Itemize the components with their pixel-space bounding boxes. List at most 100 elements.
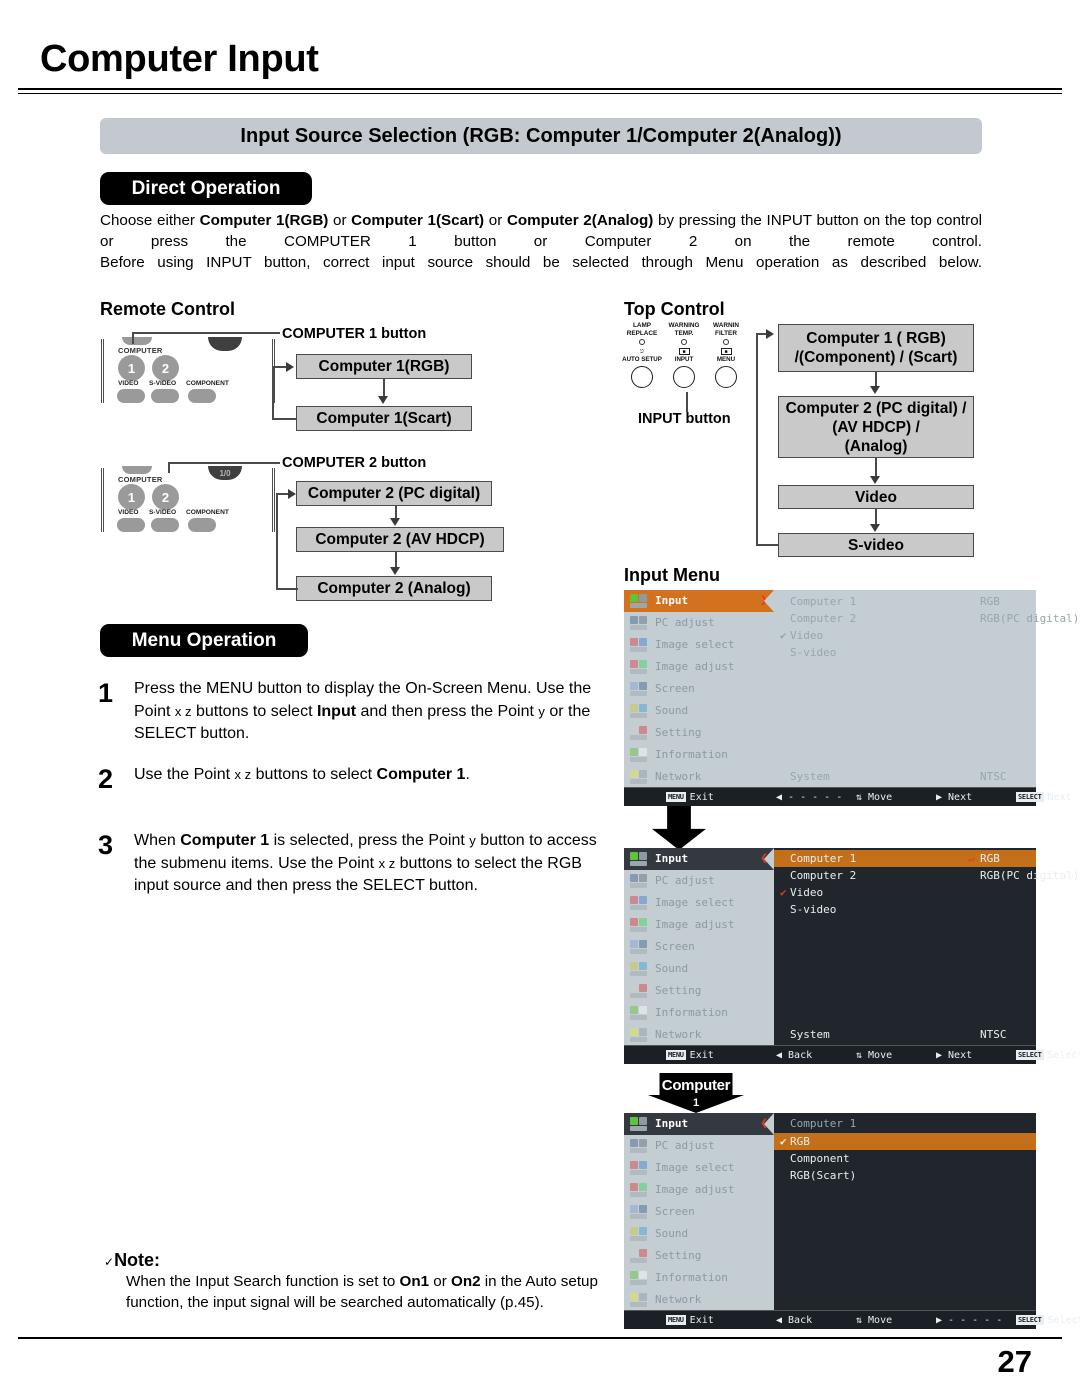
remote-video-button[interactable] (117, 389, 145, 403)
remote-svideo-button[interactable] (151, 389, 179, 403)
input-icon (628, 1115, 650, 1132)
osd3-sidebar-item-screen[interactable]: Screen (624, 1201, 774, 1223)
intro-line-2: Before using INPUT button, correct input… (100, 254, 982, 271)
osd2-sidebar-item-sound[interactable]: Sound (624, 957, 774, 979)
osd1-sidebar-item-image-select[interactable]: Image select (624, 634, 774, 656)
osd1-sidebar-item-information[interactable]: Information (624, 743, 774, 765)
osd3-sidebar-item-network[interactable]: Network (624, 1288, 774, 1310)
flow-arrow-tc-c (875, 509, 877, 525)
osd2-sidebar-item-input[interactable]: Input❮ (624, 848, 774, 870)
leader-line-c2-v (168, 462, 170, 473)
osd2-sidebar-item-network[interactable]: Network (624, 1023, 774, 1045)
bold-computer2-analog: Computer 2(Analog) (506, 212, 654, 229)
screen-icon (628, 938, 650, 955)
osd2-sidebar-item-screen[interactable]: Screen (624, 936, 774, 958)
step-3-text: When Computer 1 is selected, press the P… (134, 832, 597, 894)
osd-bar-key-select: SELECT (1016, 1315, 1044, 1325)
page-header: Computer Input (40, 38, 1040, 81)
osd1-val-computer2: RGB(PC digital) (980, 612, 1080, 625)
osd3-sidebar-item-image-select[interactable]: Image select (624, 1157, 774, 1179)
osd1-row-svideo[interactable]: S-video (790, 646, 836, 659)
remote-rail-left (101, 468, 104, 532)
osd3-sidebar-item-information[interactable]: Information (624, 1266, 774, 1288)
auto-setup-button[interactable] (631, 366, 653, 389)
remote-component-label: COMPONENT (186, 380, 229, 387)
top-control-warning-temp-group: WARNING TEMP. ■ INPUT (664, 322, 704, 389)
remote-computer2-button[interactable]: 2 (152, 484, 179, 510)
remote-video-label: VIDEO (118, 509, 139, 516)
osd3-row-rgbscart[interactable]: RGB(Scart) (790, 1169, 856, 1182)
osd1-sidebar-label: Setting (655, 725, 702, 739)
osd2-row-video[interactable]: Video (790, 886, 823, 899)
remote-control-heading: Remote Control (100, 299, 235, 319)
osd2-row-computer1[interactable]: Computer 1 (790, 852, 856, 865)
osd3-sidebar-item-setting[interactable]: Setting (624, 1244, 774, 1266)
osd2-row-svideo[interactable]: S-video (790, 903, 836, 916)
osd1-sidebar-item-pc-adjust[interactable]: PC adjust (624, 612, 774, 634)
flow-return-h-1b (272, 418, 296, 420)
osd1-sidebar-item-network[interactable]: Network (624, 765, 774, 787)
remote-top-tab (122, 466, 152, 474)
osd2-sidebar-item-information[interactable]: Information (624, 1001, 774, 1023)
osd-bar-label: ◀ Back (776, 1314, 813, 1326)
section-title-band: Input Source Selection (RGB: Computer 1/… (100, 118, 982, 154)
osd2-sidebar-item-pc-adjust[interactable]: PC adjust (624, 870, 774, 892)
note-title: Note: (114, 1250, 161, 1270)
osd3-row-component[interactable]: Component (790, 1152, 850, 1165)
osd-bar-segment-5: SELECT Next (1016, 792, 1072, 803)
osd1-sidebar-item-sound[interactable]: Sound (624, 699, 774, 721)
osd1-row-video[interactable]: Video (790, 629, 823, 642)
osd2-sidebar: Input❮ PC adjust Image select Image adjust S… (624, 848, 774, 1045)
osd-bar-label: Exit (689, 791, 714, 803)
menu-operation-heading: Menu Operation (100, 624, 308, 657)
osd2-system-value: NTSC (980, 1028, 1007, 1041)
leader-line-c1-v (132, 332, 134, 344)
input-button[interactable] (673, 366, 695, 389)
flow-arrow-tc-b (875, 458, 877, 477)
osd1-sidebar-item-screen[interactable]: Screen (624, 678, 774, 700)
screen-icon (628, 1203, 650, 1220)
osd-bar-segment-4: ▶ Next (936, 1050, 972, 1061)
flow-return-h-2b (276, 588, 298, 590)
osd2-row-computer2[interactable]: Computer 2 (790, 869, 856, 882)
osd1-sidebar-item-setting[interactable]: Setting (624, 721, 774, 743)
remote-video-button[interactable] (117, 518, 145, 532)
remote-computer1-button[interactable]: 1 (118, 484, 145, 510)
osd1-sidebar-item-input[interactable]: Input❯ (624, 590, 774, 612)
remote-svideo-label: S-VIDEO (149, 509, 177, 516)
flow-arrow-2b (395, 552, 397, 568)
step-2-text: Use the Point x z buttons to select Comp… (134, 766, 470, 783)
flow-box-computer2-pcdigital: Computer 2 (PC digital) (296, 481, 492, 506)
osd-bar-label: Select (1047, 1314, 1080, 1326)
osd1-sidebar-item-image-adjust[interactable]: Image adjust (624, 656, 774, 678)
osd1-row-computer2[interactable]: Computer 2 (790, 612, 856, 625)
remote-svideo-button[interactable] (151, 518, 179, 532)
osd-bar-segment-5: SELECTSelect (1016, 1315, 1080, 1326)
flow-return-v-2 (276, 493, 278, 589)
warning-filter-line1: WARNIN (713, 322, 739, 329)
osd1-row-computer1[interactable]: Computer 1 (790, 595, 856, 608)
osd3-sidebar-item-image-adjust[interactable]: Image adjust (624, 1179, 774, 1201)
osd2-sidebar-item-image-adjust[interactable]: Image adjust (624, 914, 774, 936)
osd-bar-label: ▶ Next (936, 791, 973, 803)
network-icon (628, 768, 650, 785)
osd3-sidebar-item-input[interactable]: Input❮ (624, 1113, 774, 1135)
osd2-sidebar-item-image-select[interactable]: Image select (624, 892, 774, 914)
remote-top-tab (122, 337, 152, 345)
flow-box-computer2-analog: Computer 2 (Analog) (296, 576, 492, 601)
image-select-icon (628, 636, 650, 653)
osd3-row-rgb[interactable]: RGB (790, 1135, 810, 1148)
menu-button[interactable] (715, 366, 737, 389)
remote-computer2-button[interactable]: 2 (152, 355, 179, 381)
footer-rule (18, 1337, 1062, 1339)
remote-computer1-button[interactable]: 1 (118, 355, 145, 381)
osd-bar-label: Exit (689, 1049, 714, 1061)
osd3-sidebar-item-pc-adjust[interactable]: PC adjust (624, 1135, 774, 1157)
osd2-sidebar-label: Setting (655, 983, 702, 997)
screen-icon (628, 680, 650, 697)
remote-component-button[interactable] (188, 389, 216, 403)
osd2-sidebar-item-setting[interactable]: Setting (624, 979, 774, 1001)
osd-bar-segment-2: ◀ Back (776, 1315, 812, 1326)
osd3-sidebar-item-sound[interactable]: Sound (624, 1222, 774, 1244)
remote-component-button[interactable] (188, 518, 216, 532)
